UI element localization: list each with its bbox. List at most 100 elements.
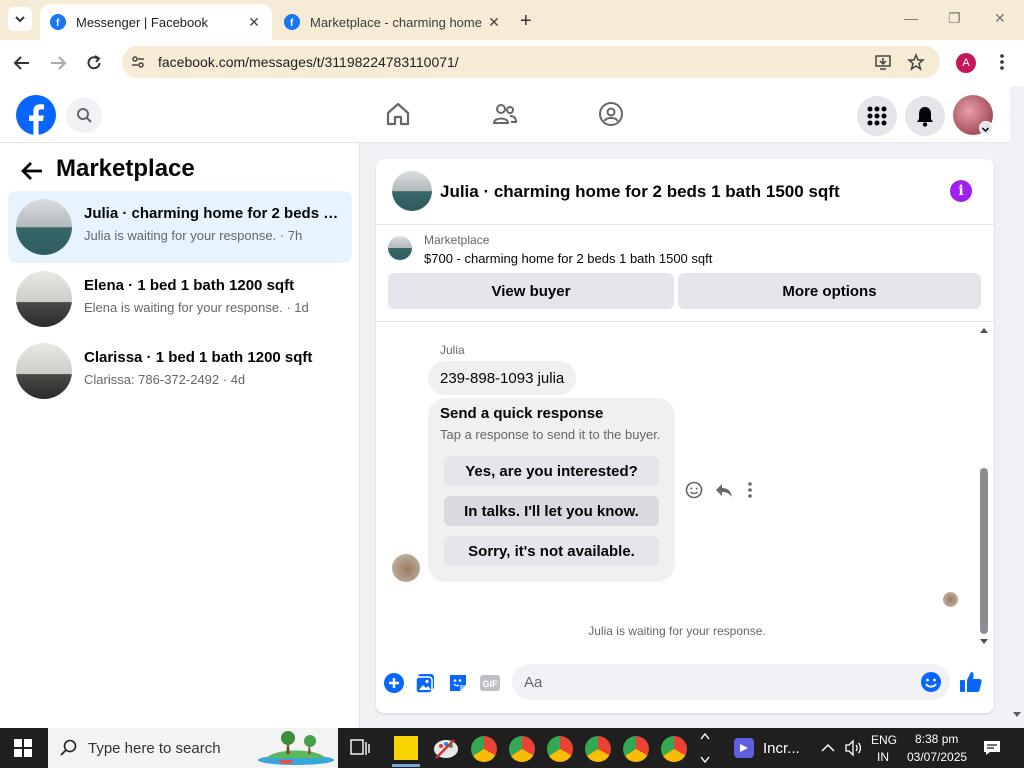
gif-icon[interactable]: GIF xyxy=(479,672,501,694)
message-composer[interactable] xyxy=(512,664,950,700)
chrome-profile-icon[interactable] xyxy=(661,736,687,762)
sticker-icon[interactable] xyxy=(447,672,469,694)
browser-profile-avatar[interactable]: A xyxy=(956,53,976,73)
home-icon[interactable] xyxy=(385,101,411,127)
conversation-item-clarissa[interactable]: Clarissa · 1 bed 1 bath 1200 sqft Claris… xyxy=(8,335,352,407)
svg-text:f: f xyxy=(56,18,60,27)
groups-icon[interactable] xyxy=(598,101,624,127)
conversation-subtitle: Clarissa: 786-372-2492 · 4d xyxy=(84,372,246,387)
sticky-notes-icon[interactable] xyxy=(394,736,418,760)
bell-icon xyxy=(917,107,933,127)
search-icon xyxy=(77,108,92,123)
site-info-icon[interactable] xyxy=(130,54,146,70)
message-input[interactable] xyxy=(524,664,904,700)
notification-center-icon[interactable] xyxy=(982,739,1002,762)
message-actions xyxy=(684,480,756,500)
facebook-logo-icon[interactable] xyxy=(16,95,56,135)
taskbar-search-placeholder: Type here to search xyxy=(88,739,221,757)
video-app-icon[interactable] xyxy=(734,738,754,758)
reload-icon[interactable] xyxy=(83,52,105,74)
quick-response-yes-button[interactable]: Yes, are you interested? xyxy=(444,456,659,486)
windows-start-icon[interactable] xyxy=(14,739,32,757)
thumbs-up-like-icon[interactable] xyxy=(958,669,984,700)
scroll-down-arrow-icon[interactable] xyxy=(979,638,989,646)
taskbar-overflow-chevrons-icon[interactable] xyxy=(700,731,710,768)
tray-chevron-up-icon[interactable] xyxy=(821,741,835,759)
install-app-icon[interactable] xyxy=(874,53,892,71)
maximize-icon[interactable]: ❐ xyxy=(948,10,961,27)
conversation-title: Clarissa · 1 bed 1 bath 1200 sqft xyxy=(84,349,313,366)
emoji-icon[interactable] xyxy=(920,671,942,693)
paint-app-icon[interactable] xyxy=(432,736,460,767)
language-indicator[interactable]: ENG xyxy=(871,733,897,747)
minimize-icon[interactable]: — xyxy=(904,10,918,26)
tab-search-button[interactable] xyxy=(8,7,32,31)
bookmark-star-icon[interactable] xyxy=(907,53,925,71)
close-window-icon[interactable]: ✕ xyxy=(994,10,1006,27)
tab-close-icon[interactable]: ✕ xyxy=(244,14,264,31)
quick-response-subtitle: Tap a response to send it to the buyer. xyxy=(440,427,661,442)
page-scroll-down-arrow-icon[interactable] xyxy=(1013,712,1021,718)
conversation-title: Julia · charming home for 2 beds 1... xyxy=(84,205,344,222)
quick-response-title: Send a quick response xyxy=(440,405,604,422)
back-arrow-icon[interactable] xyxy=(11,52,33,74)
address-bar[interactable]: facebook.com/messages/t/3119822478311007… xyxy=(122,46,940,78)
add-plus-icon[interactable] xyxy=(383,672,405,694)
chrome-profile-icon[interactable] xyxy=(623,736,649,762)
grid-menu-icon xyxy=(867,106,887,126)
divider xyxy=(376,224,994,225)
photo-gallery-icon[interactable] xyxy=(415,672,437,694)
clock-time[interactable]: 8:38 pm xyxy=(915,732,958,746)
notifications-button[interactable] xyxy=(905,96,945,136)
facebook-favicon-icon: f xyxy=(284,14,300,30)
chrome-profile-icon[interactable] xyxy=(585,736,611,762)
conversation-title: Elena · 1 bed 1 bath 1200 sqft xyxy=(84,277,295,294)
svg-text:f: f xyxy=(290,18,294,27)
chevron-down-icon xyxy=(15,16,25,23)
forward-arrow-icon[interactable] xyxy=(47,52,69,74)
conversation-item-julia[interactable]: Julia · charming home for 2 beds 1... Ju… xyxy=(8,191,352,263)
more-kebab-icon[interactable] xyxy=(744,480,756,500)
browser-menu-kebab-icon[interactable] xyxy=(994,52,1010,77)
message-bubble[interactable]: 239-898-1093 julia xyxy=(428,361,577,395)
chrome-icon[interactable] xyxy=(471,736,497,762)
account-chevron-down-icon[interactable] xyxy=(979,121,993,135)
tab-messenger[interactable]: f Messenger | Facebook ✕ xyxy=(40,4,272,40)
page-scrollbar[interactable] xyxy=(1010,86,1024,728)
conversation-item-elena[interactable]: Elena · 1 bed 1 bath 1200 sqft Elena is … xyxy=(8,263,352,335)
chrome-profile-icon[interactable] xyxy=(509,736,535,762)
facebook-favicon-icon: f xyxy=(50,14,66,30)
chrome-profile-icon[interactable] xyxy=(547,736,573,762)
tab-title: Marketplace - charming home f xyxy=(310,14,484,30)
info-icon[interactable]: i xyxy=(950,180,972,202)
back-arrow-icon[interactable] xyxy=(20,160,44,182)
chat-scrollbar-thumb[interactable] xyxy=(980,468,988,634)
taskbar-search-box[interactable]: Type here to search xyxy=(48,728,338,768)
scroll-up-arrow-icon[interactable] xyxy=(979,326,989,334)
tab-title: Messenger | Facebook xyxy=(76,14,208,30)
tab-close-icon[interactable]: ✕ xyxy=(484,14,504,31)
region-indicator[interactable]: IN xyxy=(877,750,889,764)
chat-title: Julia · charming home for 2 beds 1 bath … xyxy=(440,182,840,201)
task-view-icon[interactable] xyxy=(350,739,370,762)
menu-grid-button[interactable] xyxy=(857,96,897,136)
new-tab-plus-icon[interactable]: + xyxy=(520,10,532,33)
quick-response-in-talks-button[interactable]: In talks. I'll let you know. xyxy=(444,496,659,526)
quick-response-not-available-button[interactable]: Sorry, it's not available. xyxy=(444,536,659,566)
friends-icon[interactable] xyxy=(492,101,518,127)
reply-icon[interactable] xyxy=(714,480,734,500)
sender-avatar[interactable] xyxy=(392,554,420,582)
react-smiley-icon[interactable] xyxy=(684,480,704,500)
view-buyer-button[interactable]: View buyer xyxy=(388,273,674,309)
conversation-subtitle: Elena is waiting for your response. · 1d xyxy=(84,300,309,315)
divider xyxy=(376,321,994,322)
speaker-volume-icon[interactable] xyxy=(844,739,864,762)
facebook-search-button[interactable] xyxy=(66,97,102,133)
listing-title[interactable]: $700 - charming home for 2 beds 1 bath 1… xyxy=(424,251,712,266)
clock-date[interactable]: 03/07/2025 xyxy=(907,750,967,764)
more-options-button[interactable]: More options xyxy=(678,273,981,309)
listing-thumbnail xyxy=(16,343,72,399)
tab-marketplace[interactable]: f Marketplace - charming home f ✕ xyxy=(274,4,512,40)
taskbar-app-label[interactable]: Incr... xyxy=(763,740,800,757)
listing-small-thumbnail xyxy=(388,236,412,260)
